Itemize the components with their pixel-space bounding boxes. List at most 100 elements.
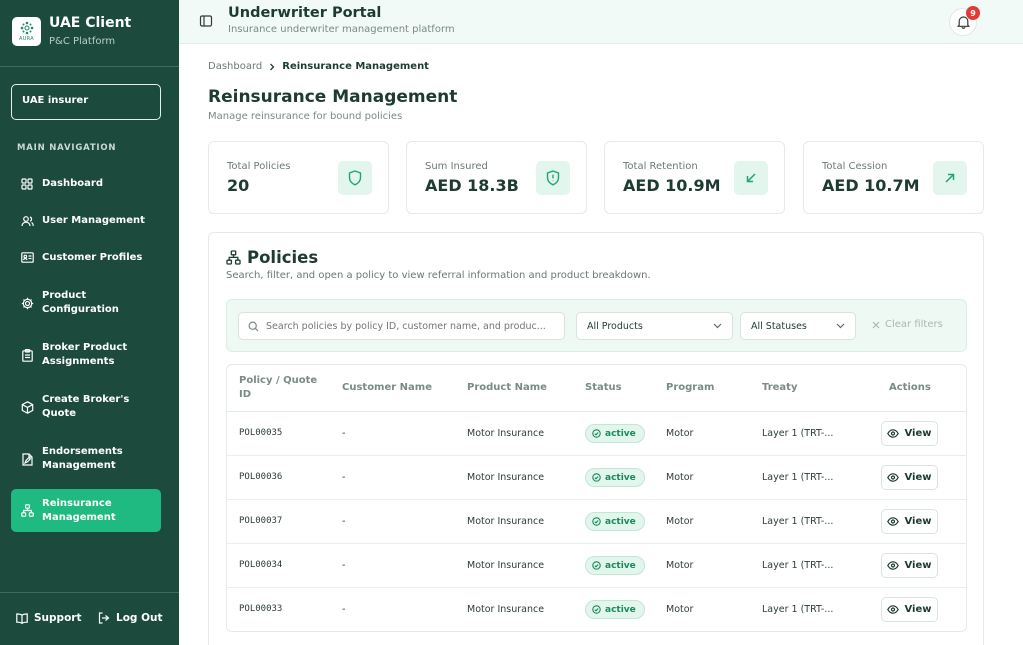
sidebar-item-customer-profiles[interactable]: Customer Profiles xyxy=(11,249,161,266)
status-badge: active xyxy=(585,556,645,575)
stat-card-total-retention: Total Retention AED 10.9M xyxy=(604,141,785,214)
top-header: Underwriter Portal Insurance underwriter… xyxy=(179,0,1023,44)
chevron-down-icon xyxy=(836,323,845,329)
eye-icon xyxy=(887,517,900,526)
sidebar-item-dashboard[interactable]: Dashboard xyxy=(11,175,161,192)
check-circle-icon xyxy=(592,517,601,526)
chevron-down-icon xyxy=(713,323,722,329)
view-button[interactable]: View xyxy=(881,597,938,622)
column-header-policy-id: Policy / Quote ID xyxy=(239,375,318,400)
view-button-label: View xyxy=(904,604,932,615)
cell-policy-id: POL00035 xyxy=(239,428,283,438)
stat-label: Total Policies xyxy=(227,161,291,172)
logout-label: Log Out xyxy=(116,612,163,624)
product-filter-select[interactable]: All Products xyxy=(576,312,733,340)
check-circle-icon xyxy=(592,473,601,482)
stat-value: 20 xyxy=(227,176,250,195)
sidebar-item-product-configuration[interactable]: Product Configuration xyxy=(11,288,161,318)
page-subtitle: Manage reinsurance for bound policies xyxy=(208,111,403,122)
policies-table: Policy / Quote ID Customer Name Product … xyxy=(226,364,967,632)
stat-card-total-policies: Total Policies 20 xyxy=(208,141,389,214)
search-box[interactable] xyxy=(238,312,565,340)
id-card-icon xyxy=(20,251,34,265)
cell-treaty: Layer 1 (TRT-... xyxy=(762,560,834,571)
column-header-treaty: Treaty xyxy=(762,382,798,393)
cell-treaty: Layer 1 (TRT-... xyxy=(762,516,834,527)
check-circle-icon xyxy=(592,605,601,614)
view-button-label: View xyxy=(904,516,932,527)
check-circle-icon xyxy=(592,561,601,570)
package-icon xyxy=(20,400,34,414)
search-icon xyxy=(248,320,259,331)
cell-policy-id: POL00036 xyxy=(239,472,283,482)
sidebar-item-user-management[interactable]: User Management xyxy=(11,212,161,229)
chevron-right-icon xyxy=(270,63,275,70)
sidebar-item-endorsements-management[interactable]: Endorsements Management xyxy=(11,444,161,474)
table-row: POL00035 - Motor Insurance active Motor … xyxy=(227,412,966,456)
stat-value: AED 10.9M xyxy=(623,176,721,195)
sidebar-item-reinsurance-management[interactable]: Reinsurance Management xyxy=(11,489,161,532)
status-badge-label: active xyxy=(605,560,636,571)
sidebar-item-label: Broker Product Assignments xyxy=(42,342,128,367)
cell-treaty: Layer 1 (TRT-... xyxy=(762,428,834,439)
shield-alert-icon xyxy=(536,161,570,195)
cell-policy-id: POL00033 xyxy=(239,604,283,614)
column-header-customer-name: Customer Name xyxy=(342,382,432,393)
status-badge: active xyxy=(585,512,645,531)
clear-filters-button[interactable]: Clear filters xyxy=(872,319,943,330)
cell-product-name: Motor Insurance xyxy=(467,604,545,615)
status-badge: active xyxy=(585,468,645,487)
nav-heading: MAIN NAVIGATION xyxy=(17,143,117,153)
cell-customer-name: - xyxy=(342,516,346,527)
notification-badge: 9 xyxy=(966,6,980,20)
view-button[interactable]: View xyxy=(881,509,938,534)
users-icon xyxy=(20,214,34,228)
brand-title: UAE Client xyxy=(49,15,132,31)
brand-subtitle: P&C Platform xyxy=(49,36,116,47)
cell-treaty: Layer 1 (TRT-... xyxy=(762,472,834,483)
grid-icon xyxy=(20,177,34,191)
status-filter-select[interactable]: All Statuses xyxy=(740,312,856,340)
view-button-label: View xyxy=(904,472,932,483)
sidebar-item-broker-product-assignments[interactable]: Broker Product Assignments xyxy=(11,340,161,370)
sidebar-item-label: Create Broker's Quote xyxy=(42,394,130,419)
logout-button[interactable]: Log Out xyxy=(98,612,163,624)
view-button[interactable]: View xyxy=(881,465,938,490)
sidebar-item-create-brokers-quote[interactable]: Create Broker's Quote xyxy=(11,392,161,422)
tenant-selector[interactable]: UAE insurer xyxy=(11,84,161,120)
logo-mark-icon xyxy=(20,21,33,35)
cell-program: Motor xyxy=(666,428,694,439)
table-row: POL00037 - Motor Insurance active Motor … xyxy=(227,500,966,544)
logo-text: AURA xyxy=(19,36,34,42)
sidebar-item-label: Reinsurance Management xyxy=(42,497,116,523)
page-title: Reinsurance Management xyxy=(208,87,458,107)
support-link[interactable]: Support xyxy=(16,612,81,624)
eye-icon xyxy=(887,561,900,570)
logout-icon xyxy=(98,612,110,624)
cell-program: Motor xyxy=(666,516,694,527)
view-button[interactable]: View xyxy=(881,553,938,578)
cell-product-name: Motor Insurance xyxy=(467,516,545,527)
sidebar-toggle-button[interactable] xyxy=(199,13,215,29)
policies-panel: Policies Search, filter, and open a poli… xyxy=(208,232,984,645)
status-badge: active xyxy=(585,600,645,619)
search-input[interactable] xyxy=(266,320,556,332)
column-header-status: Status xyxy=(585,382,622,393)
table-row: POL00034 - Motor Insurance active Motor … xyxy=(227,544,966,588)
column-header-product-name: Product Name xyxy=(467,382,547,393)
book-icon xyxy=(16,612,28,624)
cell-customer-name: - xyxy=(342,472,346,483)
eye-icon xyxy=(887,429,900,438)
cell-program: Motor xyxy=(666,560,694,571)
cell-customer-name: - xyxy=(342,428,346,439)
cell-program: Motor xyxy=(666,604,694,615)
status-badge-label: active xyxy=(605,428,636,439)
view-button[interactable]: View xyxy=(881,421,938,446)
gear-icon xyxy=(20,296,34,310)
breadcrumb-dashboard[interactable]: Dashboard xyxy=(208,61,262,72)
cell-policy-id: POL00037 xyxy=(239,516,283,526)
clear-filters-label: Clear filters xyxy=(885,319,943,330)
status-badge-label: active xyxy=(605,472,636,483)
header-subtitle: Insurance underwriter management platfor… xyxy=(228,24,455,35)
policies-subtitle: Search, filter, and open a policy to vie… xyxy=(226,270,651,281)
